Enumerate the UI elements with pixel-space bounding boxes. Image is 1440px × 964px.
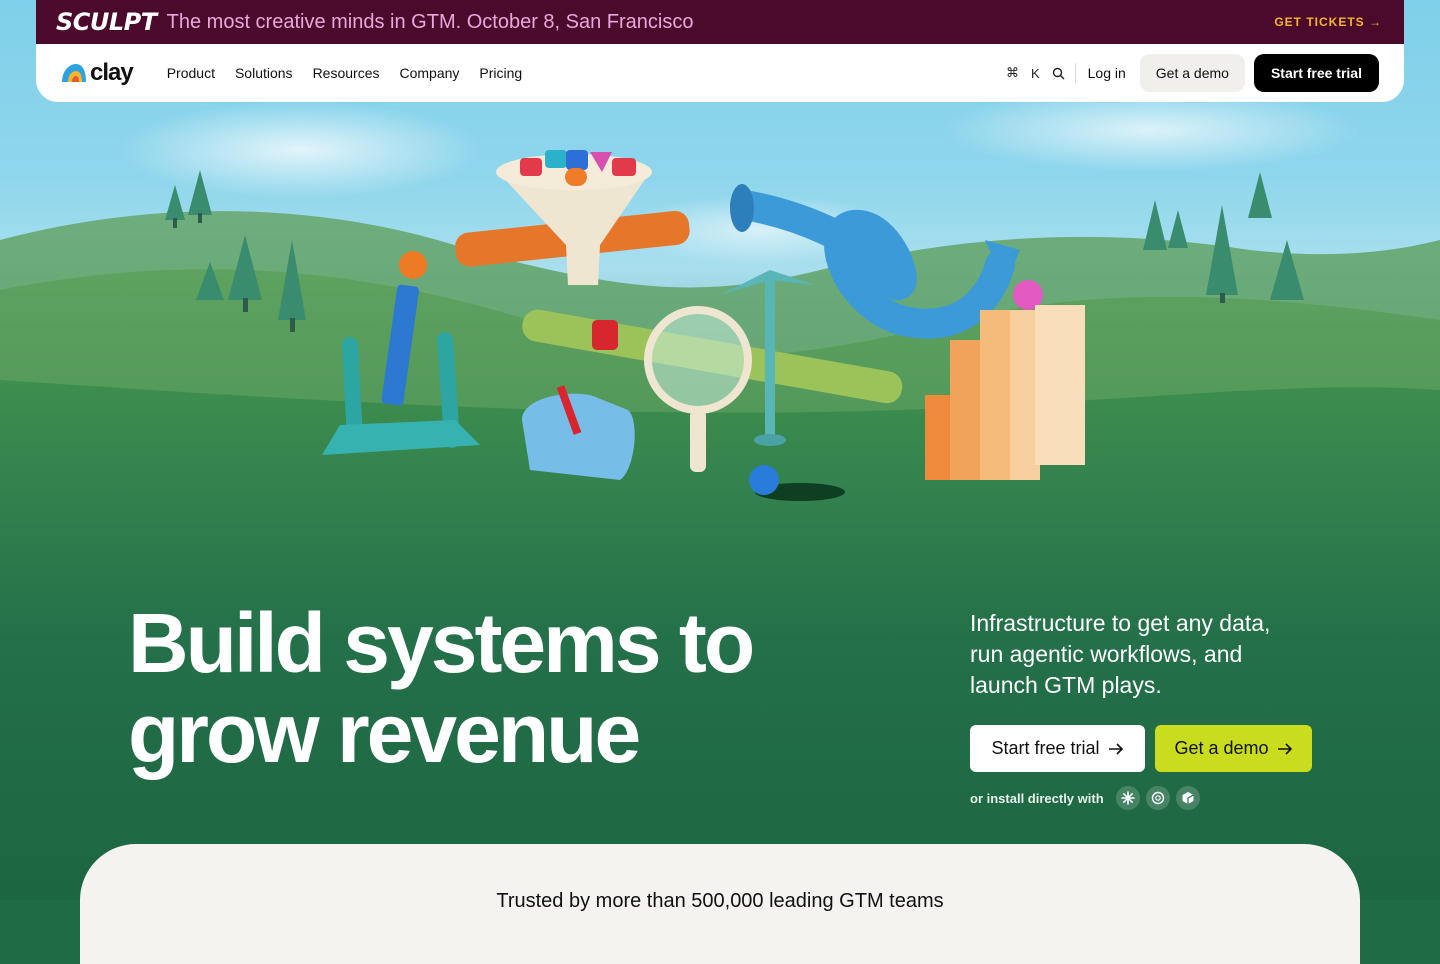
- hero-subheadline: Infrastructure to get any data, run agen…: [970, 610, 1271, 698]
- nav-start-trial-button[interactable]: Start free trial: [1253, 54, 1379, 92]
- search-icon[interactable]: [1052, 67, 1065, 80]
- search-shortcut[interactable]: ⌘ K: [1006, 65, 1065, 81]
- headline-line-2: grow revenue: [128, 686, 641, 780]
- top-navigation: clay Product Solutions Resources Company…: [36, 44, 1404, 102]
- start-free-trial-label: Start free trial: [991, 738, 1100, 758]
- claude-icon[interactable]: [1115, 786, 1140, 810]
- command-key-icon: ⌘: [1005, 65, 1019, 80]
- clay-logo-icon: [62, 64, 86, 82]
- hero-cta-row: Start free trial Get a demo: [970, 725, 1312, 772]
- get-demo-button[interactable]: Get a demo: [1155, 725, 1312, 772]
- announcement-message: The most creative minds in GTM. October …: [166, 10, 694, 33]
- nav-link-company[interactable]: Company: [399, 65, 459, 81]
- install-label: or install directly with: [970, 790, 1104, 806]
- shortcut-key: K: [1030, 65, 1040, 81]
- headline-line-1: Build systems to: [128, 596, 755, 690]
- arrow-right-icon: [1277, 742, 1292, 755]
- start-free-trial-button[interactable]: Start free trial: [970, 725, 1145, 772]
- install-options: or install directly with: [970, 786, 1206, 810]
- openai-icon[interactable]: [1145, 786, 1170, 810]
- nav-divider: [1074, 63, 1076, 83]
- clay-logo[interactable]: clay: [60, 59, 134, 87]
- trusted-by-text: Trusted by more than 500,000 leading GTM…: [496, 890, 944, 912]
- login-link[interactable]: Log in: [1088, 65, 1126, 81]
- claude-icon-glyph: [1120, 791, 1135, 805]
- openai-icon-glyph: [1151, 791, 1164, 805]
- nav-links: Product Solutions Resources Company Pric…: [167, 65, 522, 81]
- sculpt-logo: SCULPT: [56, 8, 157, 36]
- get-demo-label: Get a demo: [1174, 738, 1269, 758]
- nav-get-demo-button[interactable]: Get a demo: [1139, 54, 1245, 92]
- nav-link-solutions[interactable]: Solutions: [235, 65, 293, 81]
- nav-actions: ⌘ K Log in Get a demo Start free trial: [1006, 54, 1379, 92]
- cursor-icon[interactable]: [1175, 786, 1200, 810]
- hero-headline: Build systems to grow revenue: [128, 598, 848, 778]
- trusted-section: Trusted by more than 500,000 leading GTM…: [80, 844, 1360, 964]
- nav-link-pricing[interactable]: Pricing: [479, 65, 522, 81]
- arrow-right-icon: [1108, 742, 1123, 755]
- cursor-icon-glyph: [1182, 792, 1194, 804]
- nav-link-resources[interactable]: Resources: [313, 65, 380, 81]
- nav-link-product[interactable]: Product: [167, 65, 215, 81]
- get-tickets-link[interactable]: GET TICKETS →: [1274, 15, 1382, 29]
- logo-wordmark: clay: [90, 59, 134, 86]
- announcement-bar[interactable]: SCULPT The most creative minds in GTM. O…: [36, 0, 1404, 44]
